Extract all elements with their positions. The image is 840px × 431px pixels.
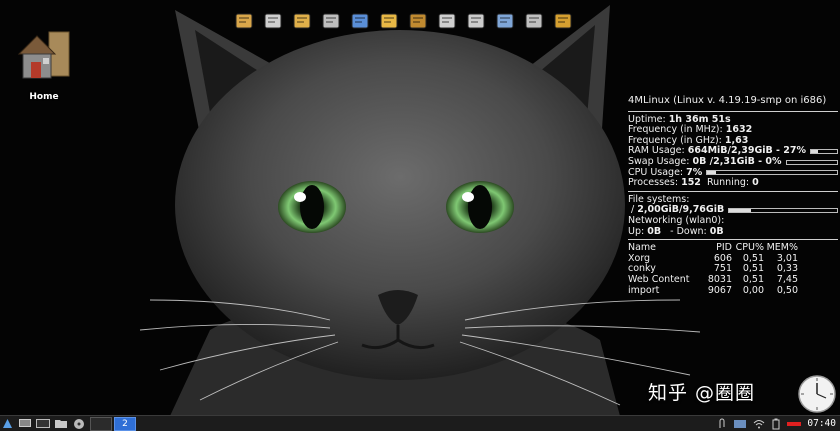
home-icon-label: Home (29, 92, 59, 102)
networking-label: Networking (wlan0): (628, 214, 725, 226)
folder-icon (55, 420, 67, 428)
headphones-launcher[interactable] (406, 10, 430, 32)
swap-usage-row: Swap Usage: 0B /2,31GiB - 0% (628, 155, 838, 168)
headphones-icon (409, 13, 427, 29)
processes-value: 152 (681, 177, 701, 189)
terminal-icon (36, 419, 50, 428)
wifi-icon[interactable] (753, 419, 765, 429)
download-value: 0B (709, 225, 724, 237)
bottom-taskbar: 2 07:40 (0, 415, 840, 431)
processes-row: Processes: 152 Running: 0 (628, 177, 759, 189)
file-manager-icon (235, 13, 253, 29)
calculator-launcher[interactable] (319, 10, 343, 32)
browser-globe-icon (351, 13, 369, 29)
launcher-dock (232, 8, 575, 34)
files-launch-button[interactable] (54, 417, 68, 430)
analog-clock-icon (798, 375, 836, 413)
video-reel-icon (438, 13, 456, 29)
desktop-home-shortcut[interactable]: Home (14, 28, 74, 102)
taskbar-clock[interactable]: 07:40 (807, 418, 836, 429)
volume-indicator-icon[interactable] (787, 420, 802, 428)
mail-icon (380, 13, 398, 29)
tray-app-icon[interactable] (733, 419, 747, 429)
battery-icon[interactable] (771, 418, 781, 430)
calculator-icon (322, 13, 340, 29)
text-editor-launcher[interactable] (290, 10, 314, 32)
workspace-2[interactable]: 2 (114, 416, 136, 431)
file-manager-launcher[interactable] (232, 10, 256, 32)
workspace-1[interactable] (90, 416, 112, 431)
table-row: import 9067 0,00 0,50 (628, 284, 798, 296)
disc-icon (74, 418, 84, 429)
ram-usage-bar (810, 149, 838, 155)
home-folder-icon (17, 31, 70, 79)
mail-launcher[interactable] (377, 10, 401, 32)
media-launch-button[interactable] (72, 417, 86, 430)
zhihu-watermark: 知乎 @圈圈 (648, 382, 756, 404)
start-menu-button[interactable] (0, 417, 14, 430)
monitor-icon (19, 419, 31, 427)
tools-icon (554, 13, 572, 29)
settings-icon (525, 13, 543, 29)
upload-value: 0B (647, 225, 662, 237)
running-value: 0 (752, 177, 759, 189)
paperclip-icon[interactable] (717, 418, 727, 430)
conky-system-monitor: 4MLinux (Linux v. 4.19.19-smp on i686) U… (628, 95, 838, 296)
video-reel-launcher[interactable] (435, 10, 459, 32)
browser-globe-launcher[interactable] (348, 10, 372, 32)
conky-title: 4MLinux (Linux v. 4.19.19-smp on i686) (628, 95, 827, 106)
network-launcher[interactable] (493, 10, 517, 32)
show-desktop-button[interactable] (18, 417, 32, 430)
camera-icon (467, 13, 485, 29)
swap-usage-value: 0B /2,31GiB - 0% (692, 155, 782, 167)
terminal-launcher[interactable] (261, 10, 285, 32)
process-table-header: Name PID CPU% MEM% (628, 243, 798, 254)
text-editor-icon (293, 13, 311, 29)
conky-divider (628, 110, 838, 112)
swap-usage-bar (785, 159, 838, 165)
conky-divider (628, 239, 838, 241)
cpu-usage-bar (706, 170, 838, 176)
table-row: Web Content 8031 0,51 7,45 (628, 273, 798, 285)
terminal-launch-button[interactable] (36, 417, 50, 430)
tools-launcher[interactable] (551, 10, 575, 32)
system-tray: 07:40 (717, 418, 840, 430)
process-table: Name PID CPU% MEM% Xorg 606 0,51 3,01 co… (628, 243, 798, 296)
menu-logo-icon (2, 419, 12, 428)
network-traffic-row: Up: 0B - Down: 0B (628, 225, 724, 237)
network-icon (496, 13, 514, 29)
settings-launcher[interactable] (522, 10, 546, 32)
filesystem-root-bar (728, 208, 838, 214)
conky-divider (628, 190, 838, 192)
camera-launcher[interactable] (464, 10, 488, 32)
terminal-icon (264, 13, 282, 29)
